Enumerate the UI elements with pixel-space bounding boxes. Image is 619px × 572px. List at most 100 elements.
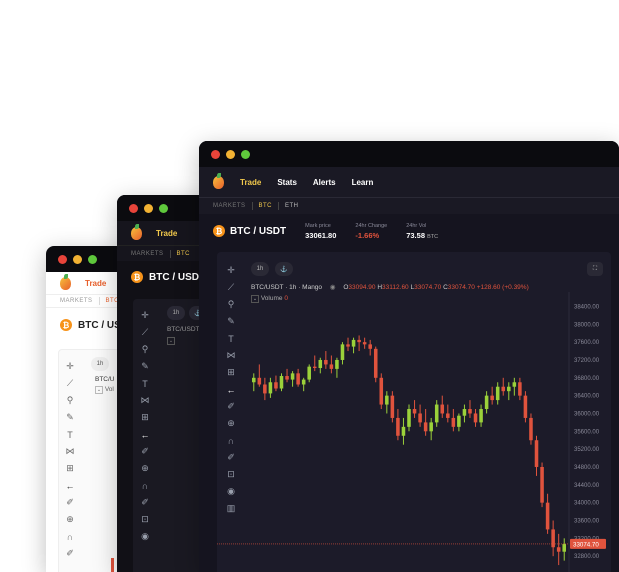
zoom-in-icon[interactable]: ⊕: [63, 511, 77, 528]
candle-body: [368, 344, 372, 349]
text-icon[interactable]: T: [138, 375, 152, 392]
y-tick-label: 38400.00: [574, 304, 600, 310]
candle-body: [279, 376, 284, 389]
subnav-markets[interactable]: MARKETS: [131, 251, 164, 257]
nav-learn[interactable]: Learn: [352, 178, 374, 187]
timeframe-button[interactable]: 1h: [167, 306, 185, 320]
candle-body: [551, 529, 555, 548]
brush-icon[interactable]: ✎: [63, 409, 77, 426]
candle-body: [429, 422, 433, 432]
chart-symbol: BTC/USDT: [167, 326, 200, 333]
nav-alerts[interactable]: Alerts: [313, 178, 336, 187]
back-arrow-icon[interactable]: ←: [138, 426, 152, 443]
y-tick-label: 35200.00: [574, 447, 600, 453]
collapse-icon[interactable]: ⌄: [167, 337, 175, 345]
last-price-text: 33074.70: [573, 541, 599, 548]
mark-price-label: Mark price: [305, 222, 331, 229]
back-arrow-icon[interactable]: ←: [63, 477, 77, 494]
toolbar-middle: ✛ ⟋ ⚲ ✎ T ⋈ ⊞ ← ✐ ⊕ ∩ ✐ ⊡ ◉: [138, 307, 152, 545]
candle-body: [351, 339, 356, 347]
y-tick-label: 37200.00: [574, 358, 600, 364]
zoom-in-icon[interactable]: ⊕: [138, 460, 152, 477]
brush-icon[interactable]: ✎: [138, 358, 152, 375]
vol-number: 73.58: [406, 230, 425, 240]
ruler-icon[interactable]: ✐: [138, 443, 152, 460]
crosshair-icon[interactable]: ✛: [63, 358, 77, 375]
close-dot[interactable]: [211, 149, 220, 159]
minimize-dot[interactable]: [226, 149, 235, 159]
candle-body: [462, 409, 467, 416]
close-dot[interactable]: [129, 203, 138, 213]
nav-stats[interactable]: Stats: [277, 178, 297, 187]
stage: Trade MARKETS BTC ₿ BTC / USDT 1h BTC/U …: [0, 0, 619, 572]
measure-icon[interactable]: ⊞: [63, 460, 77, 477]
candle-body: [335, 359, 339, 369]
nav-trade[interactable]: Trade: [240, 178, 261, 187]
candle-body: [301, 379, 306, 385]
text-icon[interactable]: T: [63, 426, 77, 443]
fib-icon[interactable]: ⚲: [63, 392, 77, 409]
candle-body: [473, 413, 478, 423]
candle-body: [501, 386, 506, 392]
fib-icon[interactable]: ⚲: [138, 341, 152, 358]
pattern-icon[interactable]: ⋈: [138, 392, 152, 409]
candle-body: [296, 373, 300, 385]
magnet-icon[interactable]: ∩: [63, 528, 77, 545]
close-dot[interactable]: [58, 254, 67, 264]
minimize-dot[interactable]: [144, 203, 153, 213]
lock-draw-icon[interactable]: ✐: [138, 494, 152, 511]
mark-price-stat: Mark price 33061.80: [305, 223, 336, 240]
y-tick-label: 33600.00: [574, 518, 600, 524]
nav-trade[interactable]: Trade: [156, 229, 177, 238]
candle-body: [418, 413, 422, 423]
subnav-btc[interactable]: BTC: [259, 203, 273, 209]
change-stat: 24hr Change -1.66%: [355, 223, 387, 240]
y-tick-label: 36800.00: [574, 376, 600, 382]
maximize-dot[interactable]: [159, 203, 168, 213]
candle-body: [562, 543, 567, 552]
subnav-markets[interactable]: MARKETS: [213, 203, 246, 209]
candle-body: [523, 395, 528, 418]
y-tick-label: 35600.00: [574, 429, 600, 435]
magnet-icon[interactable]: ∩: [138, 477, 152, 494]
measure-icon[interactable]: ⊞: [138, 409, 152, 426]
maximize-dot[interactable]: [241, 149, 250, 159]
trend-line-icon[interactable]: ⟋: [63, 375, 77, 392]
minimize-dot[interactable]: [73, 254, 82, 264]
crosshair-icon[interactable]: ✛: [138, 307, 152, 324]
candle-body: [263, 384, 267, 394]
nav-trade[interactable]: Trade: [85, 279, 106, 288]
candle-body: [385, 395, 389, 405]
volume-label: ⌄: [167, 337, 175, 345]
ruler-icon[interactable]: ✐: [63, 494, 77, 511]
collapse-icon[interactable]: ⌄: [95, 386, 103, 394]
candle-body: [362, 342, 367, 345]
candle-body: [357, 339, 361, 343]
chart-symbol: BTC/U: [95, 376, 115, 383]
candle-body: [490, 395, 494, 401]
pattern-icon[interactable]: ⋈: [63, 443, 77, 460]
toolbar-light: ✛ ⟋ ⚲ ✎ T ⋈ ⊞ ← ✐ ⊕ ∩ ✐: [63, 358, 77, 562]
lock-draw-icon[interactable]: ✐: [63, 545, 77, 562]
navbar: Trade Stats Alerts Learn: [199, 167, 619, 197]
candle-body: [290, 373, 295, 380]
candle-body: [396, 417, 400, 436]
candle-body: [518, 382, 522, 396]
y-tick-label: 34800.00: [574, 465, 600, 471]
candle-body: [379, 377, 384, 405]
subnav-btc[interactable]: BTC: [177, 251, 191, 257]
lock-icon[interactable]: ⊡: [138, 511, 152, 528]
eye-icon[interactable]: ◉: [138, 528, 152, 545]
candle-body: [274, 382, 278, 389]
subnav-markets[interactable]: MARKETS: [60, 298, 93, 304]
candle-body: [534, 440, 539, 467]
candle-body: [318, 359, 323, 368]
candle-body: [434, 404, 439, 423]
timeframe-button[interactable]: 1h: [91, 357, 109, 371]
subnav-eth[interactable]: ETH: [285, 203, 299, 209]
divider: [251, 202, 253, 210]
divider: [278, 202, 280, 210]
mango-logo: [60, 273, 71, 290]
trend-line-icon[interactable]: ⟋: [138, 324, 152, 341]
maximize-dot[interactable]: [88, 254, 97, 264]
